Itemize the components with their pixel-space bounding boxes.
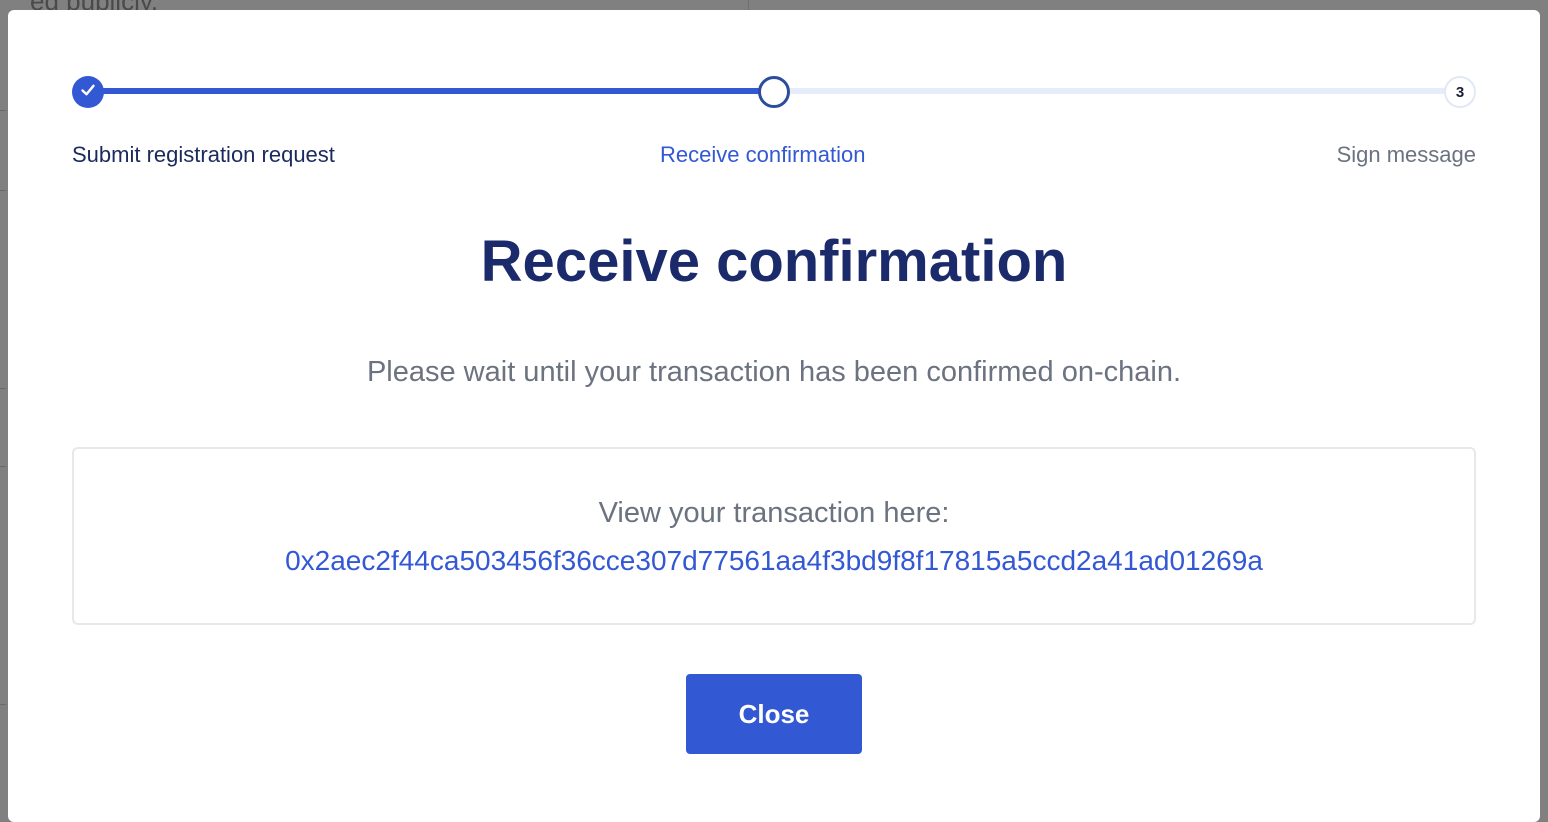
background-divider: [0, 388, 6, 389]
transaction-panel: View your transaction here: 0x2aec2f44ca…: [72, 447, 1476, 625]
modal-title: Receive confirmation: [480, 229, 1068, 294]
background-divider: [0, 190, 6, 191]
step-2-label: Receive confirmation: [660, 142, 866, 167]
step-2-current-node: [758, 76, 790, 108]
step-3-label: Sign message: [1336, 142, 1476, 167]
close-button[interactable]: Close: [686, 674, 862, 754]
stepper-track-progress: [90, 88, 775, 94]
progress-stepper: 3 Submit registration request Receive co…: [8, 10, 1540, 190]
modal-subtitle: Please wait until your transaction has b…: [366, 356, 1182, 388]
transaction-label: View your transaction here:: [598, 497, 950, 529]
background-divider: [0, 466, 6, 467]
step-1-label: Submit registration request: [72, 142, 335, 167]
confirmation-modal: 3 Submit registration request Receive co…: [8, 10, 1540, 822]
transaction-hash-link[interactable]: 0x2aec2f44ca503456f36cce307d77561aa4f3bd…: [74, 545, 1474, 577]
checkmark-icon: [79, 81, 97, 104]
step-1-complete-node: [72, 76, 104, 108]
step-3-node: 3: [1444, 76, 1476, 108]
background-divider: [0, 110, 6, 111]
background-divider: [0, 704, 6, 705]
